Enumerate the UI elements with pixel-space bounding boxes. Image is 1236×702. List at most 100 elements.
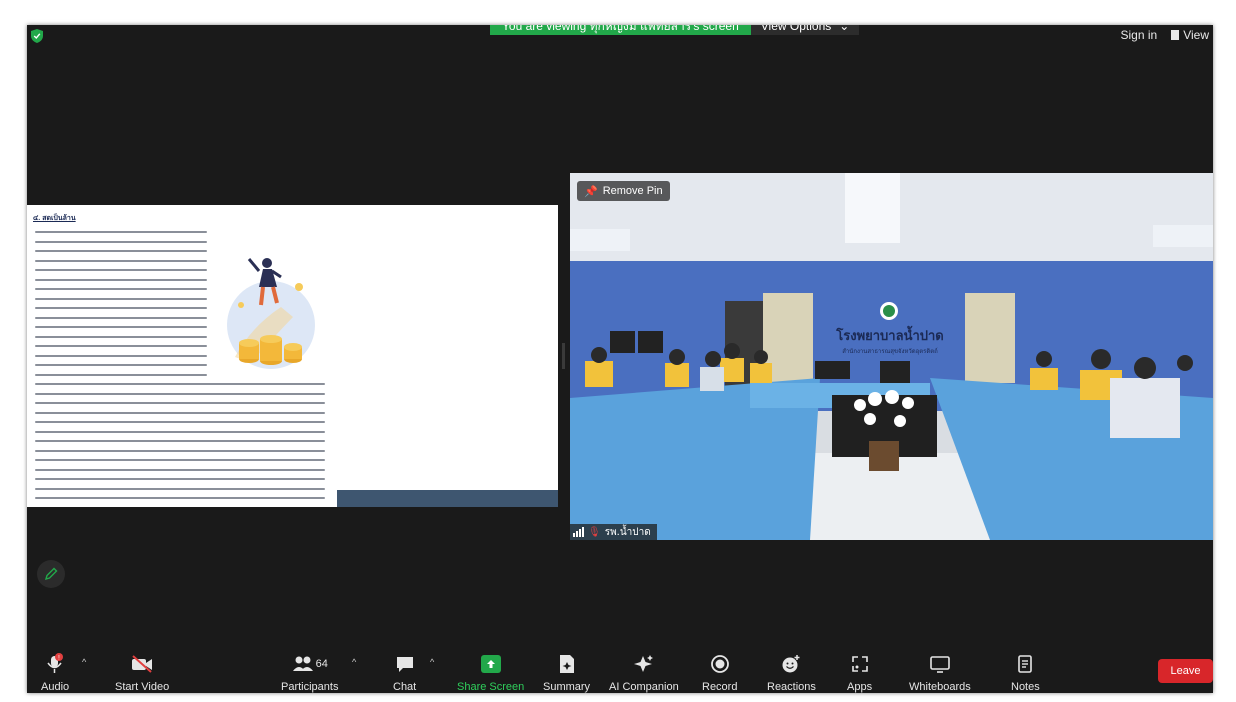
- leave-button[interactable]: Leave: [1158, 659, 1213, 683]
- record-button[interactable]: Record: [702, 653, 737, 693]
- document-text-line: [35, 307, 207, 309]
- reactions-button[interactable]: Reactions: [767, 653, 816, 693]
- participant-name: รพ.น้ำปาด: [604, 526, 651, 538]
- signal-strength-icon: [573, 527, 584, 537]
- document-text-line: [35, 449, 325, 452]
- reactions-label: Reactions: [767, 681, 816, 693]
- document-text-line: [35, 421, 325, 423]
- room-sign: โรงพยาบาลน้ำปาด สำนักงานสาธารณสุขจังหวัด…: [820, 325, 960, 356]
- document-heading: ๔. สดเป็นล้าน: [33, 215, 76, 222]
- document-text-line: [35, 269, 207, 271]
- shared-screen-document: ๔. สดเป็นล้าน: [27, 205, 558, 507]
- apps-label: Apps: [847, 681, 873, 693]
- document-text-line: [35, 297, 207, 300]
- record-icon: [710, 655, 729, 673]
- notes-label: Notes: [1011, 681, 1040, 693]
- audio-caret-icon[interactable]: ^: [82, 657, 86, 667]
- document-text-line: [35, 497, 325, 499]
- document-text-line: [35, 259, 207, 262]
- document-text-line: [35, 231, 207, 233]
- document-text-line: [35, 402, 325, 404]
- document-text-line: [35, 478, 325, 480]
- panel-resize-handle[interactable]: [562, 343, 565, 369]
- chat-label: Chat: [393, 681, 417, 693]
- notes-button[interactable]: Notes: [1011, 653, 1040, 693]
- start-video-button[interactable]: Start Video: [115, 653, 169, 693]
- record-label: Record: [702, 681, 738, 693]
- video-off-icon: [132, 655, 153, 673]
- participants-count: 64: [315, 658, 328, 670]
- document-text-line: [35, 440, 325, 442]
- document-text-line: [35, 354, 207, 357]
- view-label: View: [1183, 28, 1209, 42]
- remove-pin-button[interactable]: 📌 Remove Pin: [577, 181, 670, 201]
- document-text-line: [35, 392, 325, 395]
- document-text-line: [35, 288, 207, 290]
- summary-button[interactable]: Summary: [543, 653, 590, 693]
- chat-icon: [396, 657, 413, 672]
- participant-name-tag: 🎙 รพ.น้ำปาด: [570, 524, 657, 540]
- document-footer-bar: [337, 490, 558, 507]
- chat-caret-icon[interactable]: ^: [430, 657, 434, 667]
- apps-button[interactable]: Apps: [847, 653, 872, 693]
- participants-label: Participants: [281, 681, 339, 693]
- document-text-line: [35, 468, 325, 471]
- whiteboards-label: Whiteboards: [909, 681, 971, 693]
- sign-in-link[interactable]: Sign in: [1121, 28, 1158, 42]
- ai-companion-label: AI Companion: [609, 681, 679, 693]
- document-text-line: [35, 326, 207, 328]
- document-text-line: [35, 383, 325, 385]
- view-grid-icon: [1171, 30, 1180, 40]
- share-screen-label: Share Screen: [457, 681, 525, 693]
- document-text-line: [35, 411, 325, 414]
- whiteboard-icon: [930, 656, 950, 673]
- share-screen-icon: [480, 655, 501, 673]
- document-text-line: [35, 240, 207, 243]
- document-text-line: [35, 373, 207, 376]
- share-screen-button[interactable]: Share Screen: [457, 653, 524, 693]
- chat-button[interactable]: Chat: [393, 653, 416, 693]
- document-text-line: [35, 459, 325, 461]
- pinned-video-tile[interactable]: 📌 Remove Pin โรงพยาบาลน้ำปาด สำนักงานสาธ…: [570, 173, 1213, 540]
- annotate-button[interactable]: [37, 560, 65, 588]
- viewing-screen-text: You are viewing ทุกหญิงมี แพทย์สาร's scr…: [490, 25, 751, 35]
- whiteboards-button[interactable]: Whiteboards: [909, 653, 971, 693]
- document-text-line: [35, 364, 207, 366]
- document-text-line: [35, 430, 325, 433]
- document-text-line: [35, 316, 207, 319]
- audio-label: Audio: [41, 681, 70, 693]
- room-sign-subtitle: สำนักงานสาธารณสุขจังหวัดอุตรดิตถ์: [842, 348, 938, 355]
- document-text-line: [35, 250, 207, 252]
- audio-button[interactable]: ! Audio: [41, 653, 69, 693]
- conference-room-video: [570, 173, 1213, 540]
- participants-caret-icon[interactable]: ^: [352, 657, 356, 667]
- ai-companion-button[interactable]: AI Companion: [609, 653, 679, 693]
- top-right-controls: Sign in View: [1121, 28, 1210, 42]
- participants-button[interactable]: 64 Participants: [281, 653, 338, 693]
- document-text-line: [35, 335, 207, 338]
- meeting-toolbar: ! Audio ^ Start Video 64 Participants ^ …: [27, 647, 1213, 693]
- ai-sparkle-icon: [633, 655, 653, 672]
- document-text-line: [35, 278, 207, 281]
- participants-icon: [292, 656, 313, 671]
- apps-icon: [851, 656, 868, 672]
- room-sign-title: โรงพยาบาลน้ำปาด: [836, 329, 944, 344]
- coins-illustration: [227, 258, 315, 369]
- view-options-button[interactable]: View Options ⌄: [750, 25, 860, 35]
- microphone-icon: !: [47, 653, 64, 673]
- view-options-label: View Options: [760, 25, 832, 33]
- summary-icon: [559, 655, 574, 673]
- view-button[interactable]: View: [1171, 28, 1209, 42]
- notes-icon: [1018, 655, 1033, 673]
- security-shield-icon[interactable]: [31, 29, 43, 43]
- remove-pin-label: Remove Pin: [602, 185, 663, 197]
- start-video-label: Start Video: [115, 681, 170, 693]
- pencil-icon: [44, 567, 58, 581]
- zoom-meeting-window: You are viewing ทุกหญิงมี แพทย์สาร's scr…: [27, 25, 1213, 693]
- screen-share-banner: You are viewing ทุกหญิงมี แพทย์สาร's scr…: [490, 25, 860, 35]
- reactions-icon: [782, 655, 800, 673]
- document-text-line: [35, 487, 325, 490]
- summary-label: Summary: [543, 681, 591, 693]
- chevron-down-icon: ⌄: [839, 25, 850, 33]
- mic-muted-icon: 🎙: [588, 526, 601, 538]
